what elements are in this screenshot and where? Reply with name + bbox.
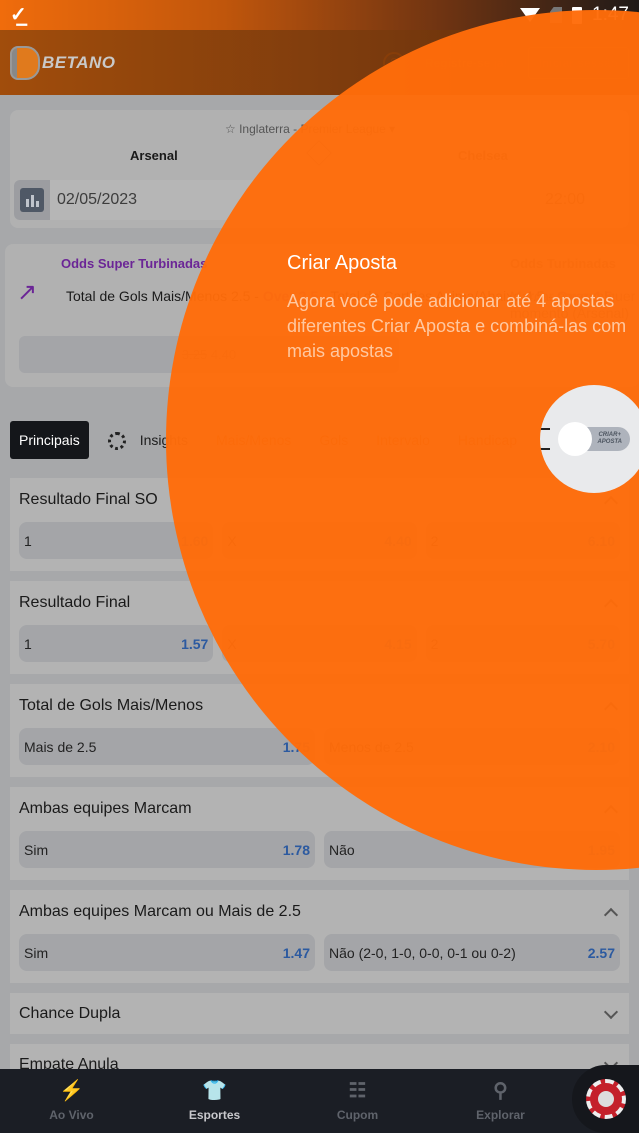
bottom-navigation: ⚡ Ao Vivo 👕 Esportes ☷ Cupom ⚲ Explorar [0,1069,639,1133]
market-ambas-marcam-ou-mais: Ambas equipes Marcam ou Mais de 2.5 Sim 1… [10,890,629,983]
home-team: Arsenal [130,148,178,163]
odds-button[interactable]: Não (2-0, 1-0, 0-0, 0-1 ou 0-2) 2.57 [324,934,620,971]
statistics-button[interactable] [14,180,50,220]
odds-button[interactable]: Sim 1.78 [19,831,315,868]
brand-name: BETANO [42,52,116,72]
insights-icon [107,432,126,451]
bar-chart-icon [20,188,44,212]
odds-button[interactable]: 1 1.57 [19,625,214,662]
match-date: 02/05/2023 [57,191,138,208]
trending-up-sparkle-icon: ↗ [17,279,38,306]
market-header[interactable]: Ambas equipes Marcam ou Mais de 2.5 [19,890,620,934]
search-icon: ⚲ [493,1080,508,1102]
nav-cupom[interactable]: ☷ Cupom [286,1069,429,1133]
collapse-all-icon[interactable] [540,428,550,450]
casino-chip-icon [585,1079,626,1119]
odds-button[interactable]: Mais de 2.51.75 [19,728,315,765]
casino-button[interactable] [572,1065,639,1133]
tab-principais[interactable]: Principais [10,421,89,459]
betslip-icon: ☷ [348,1080,367,1102]
chevron-up-icon [603,907,619,923]
coachmark-title: Criar Aposta [287,252,398,274]
nav-esportes[interactable]: 👕 Esportes [143,1069,286,1133]
coachmark-body: Agora você pode adicionar até 4 apostas … [287,291,627,361]
nav-ao-vivo[interactable]: ⚡ Ao Vivo [0,1069,143,1133]
bet-builder-toggle[interactable]: CRIAR+ APOSTA [558,422,630,456]
chevron-down-icon [603,1004,619,1019]
lightning-icon: ⚡ [59,1080,84,1102]
toggle-knob [558,422,592,456]
coachmark-spotlight: CRIAR+ APOSTA [540,385,639,493]
jersey-icon: 👕 [202,1080,227,1102]
betano-logo[interactable]: BETANO [10,45,116,80]
boost-title: Odds Super Turbinadas [61,256,208,271]
odds-button[interactable]: Sim 1.47 [19,934,315,971]
nav-explorar[interactable]: ⚲ Explorar [429,1069,572,1133]
market-chance-dupla[interactable]: Chance Dupla [10,993,629,1034]
betano-logo-mark-icon [10,45,40,80]
download-done-icon: ✓̲ [10,4,27,26]
market-header[interactable]: Chance Dupla [19,993,620,1034]
bet-builder-label: CRIAR+ APOSTA [597,432,622,445]
